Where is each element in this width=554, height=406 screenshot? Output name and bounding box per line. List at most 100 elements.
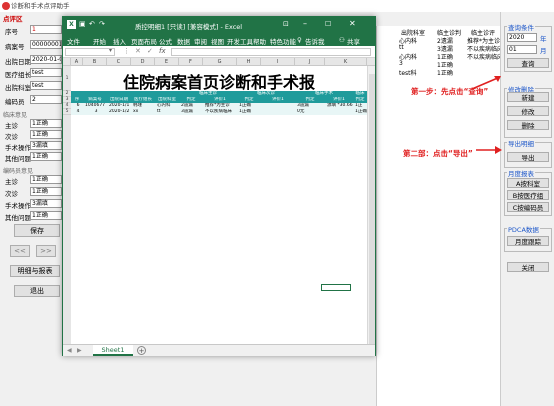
sheet-tab[interactable]: Sheet1 — [93, 345, 133, 356]
monthly-track-button[interactable]: 月度跟踪 — [507, 236, 549, 246]
add-button[interactable]: 新建 — [507, 92, 549, 102]
table-cell[interactable]: 0无 — [297, 109, 325, 115]
redo-icon[interactable]: ↷ — [99, 20, 105, 28]
row-header[interactable]: 1 — [63, 66, 71, 91]
table-cell[interactable]: 3 — [85, 109, 107, 115]
grid-cell[interactable]: tt — [399, 44, 404, 51]
tab-developer[interactable]: 开发工具 — [227, 36, 253, 46]
report-by-team-button[interactable]: B按医疗组 — [507, 190, 549, 200]
col-header[interactable]: G — [203, 58, 237, 66]
col-header[interactable]: D — [131, 58, 155, 66]
tab-prev-icon[interactable]: ◀ — [67, 347, 72, 354]
col-header[interactable]: K — [325, 58, 367, 66]
record-no-field[interactable]: 00000001 — [30, 40, 62, 49]
exit-button[interactable]: 退出 — [14, 285, 60, 297]
grid-cell[interactable]: 1正确 — [437, 68, 453, 77]
grid-cell[interactable]: 不以疾病临床 — [467, 52, 501, 61]
table-cell[interactable]: xx — [133, 109, 155, 115]
table-cell[interactable]: tt — [157, 109, 179, 115]
arrow-icon — [471, 76, 501, 90]
col-header[interactable]: C — [107, 58, 131, 66]
col-header[interactable]: F — [179, 58, 203, 66]
select-all[interactable] — [63, 58, 71, 66]
col-header[interactable]: I — [261, 58, 295, 66]
g2-main-select[interactable]: 1正确 — [30, 175, 62, 184]
function-icon[interactable]: fx — [159, 47, 166, 55]
table-cell[interactable]: 2020-1/2 — [109, 109, 131, 115]
minimize-icon[interactable]: – — [303, 19, 307, 28]
column-headers: A B C D E F G H I J K — [63, 58, 375, 66]
tab-file[interactable]: 文件 — [67, 36, 80, 46]
g1-op-select[interactable]: 3漏填 — [30, 141, 62, 150]
g1-label-other: 其他问题 — [5, 155, 31, 163]
leader-field[interactable]: test — [30, 68, 62, 77]
query-button[interactable]: 查询 — [507, 58, 549, 68]
g1-main-select[interactable]: 1正确 — [30, 119, 62, 128]
add-sheet-icon[interactable]: + — [137, 346, 146, 355]
confirm-icon[interactable]: ✓ — [147, 47, 153, 55]
year-select[interactable]: 2020 — [507, 33, 537, 42]
table-cell[interactable]: 3遗漏 — [181, 109, 203, 115]
active-cell[interactable] — [321, 284, 351, 291]
grid-cell[interactable]: test科 — [399, 68, 417, 77]
export-button[interactable]: 导出 — [507, 152, 549, 162]
tab-data[interactable]: 数据 — [177, 36, 190, 46]
sheet-area[interactable]: 1 2 3 4 5 住院病案首页诊断和手术报 临床主诊 临床次诊 临床手术 临床… — [63, 66, 375, 344]
vertical-scrollbar[interactable] — [367, 66, 375, 344]
report-by-coder-button[interactable]: C按编码员 — [507, 202, 549, 212]
cancel-icon[interactable]: ✕ — [135, 47, 141, 55]
detail-report-button[interactable]: 明细与报表 — [10, 265, 60, 277]
save-icon[interactable]: ▣ — [79, 20, 86, 28]
g2-sub-select[interactable]: 1正确 — [30, 187, 62, 196]
field-label-record: 病案号 — [5, 43, 25, 51]
save-button[interactable]: 保存 — [14, 224, 60, 237]
tab-review[interactable]: 审阅 — [194, 36, 207, 46]
seq-field[interactable]: 1 — [30, 25, 62, 34]
g2-op-select[interactable]: 3漏填 — [30, 199, 62, 208]
tab-features[interactable]: 特色功能 — [270, 36, 296, 46]
prev-button[interactable]: << — [10, 245, 30, 257]
table-cell[interactable]: 1正确 — [355, 109, 367, 115]
scrollbar-thumb[interactable] — [369, 74, 375, 344]
name-box[interactable] — [65, 48, 115, 56]
grid-cell[interactable]: 3 — [399, 60, 403, 67]
form-panel: 点评区 序号 1 病案号 00000001 出院日期 2020-01-01 医疗… — [0, 12, 64, 406]
tab-home[interactable]: 开始 — [93, 36, 106, 46]
chevron-down-icon[interactable]: ▾ — [109, 47, 112, 54]
sheet-title: 住院病案首页诊断和手术报 — [123, 73, 316, 92]
tab-page-layout[interactable]: 页面布局 — [131, 36, 157, 46]
tab-next-icon[interactable]: ▶ — [77, 347, 82, 354]
close-button[interactable]: 关闭 — [507, 262, 549, 272]
col-header[interactable]: B — [83, 58, 107, 66]
undo-icon[interactable]: ↶ — [89, 20, 95, 28]
col-header[interactable]: A — [71, 58, 83, 66]
table-cell[interactable]: 4 — [73, 109, 83, 115]
table-cell[interactable]: 1正确 — [239, 109, 261, 115]
ribbon-options-icon[interactable]: ⊡ — [283, 20, 289, 28]
g1-sub-select[interactable]: 1正确 — [30, 130, 62, 139]
maximize-icon[interactable]: ☐ — [325, 20, 331, 28]
col-header[interactable]: H — [237, 58, 261, 66]
dept-field[interactable]: test — [30, 81, 62, 90]
modify-button[interactable]: 修改 — [507, 106, 549, 116]
share-button[interactable]: 共享 — [347, 36, 360, 46]
tab-help[interactable]: 帮助 — [253, 36, 266, 46]
close-icon[interactable]: ✕ — [349, 19, 356, 28]
formula-input[interactable] — [171, 48, 371, 56]
col-header[interactable]: J — [295, 58, 325, 66]
tab-insert[interactable]: 插入 — [113, 36, 126, 46]
g1-other-select[interactable]: 1正确 — [30, 152, 62, 161]
tell-me[interactable]: 告诉我 — [305, 36, 325, 46]
report-by-dept-button[interactable]: A按科室 — [507, 178, 549, 188]
discharge-date-field[interactable]: 2020-01-01 — [30, 55, 62, 64]
tab-formulas[interactable]: 公式 — [159, 36, 172, 46]
coder-field[interactable]: 2 — [30, 95, 62, 104]
month-select[interactable]: 01 — [507, 45, 537, 54]
g2-other-select[interactable]: 1正确 — [30, 211, 62, 220]
tab-view[interactable]: 视图 — [211, 36, 224, 46]
field-label-leader: 医疗组长 — [5, 71, 31, 79]
delete-button[interactable]: 删除 — [507, 120, 549, 130]
table-cell[interactable]: 不以疾病临床 — [205, 109, 237, 115]
next-button[interactable]: >> — [36, 245, 56, 257]
col-header[interactable]: E — [155, 58, 179, 66]
